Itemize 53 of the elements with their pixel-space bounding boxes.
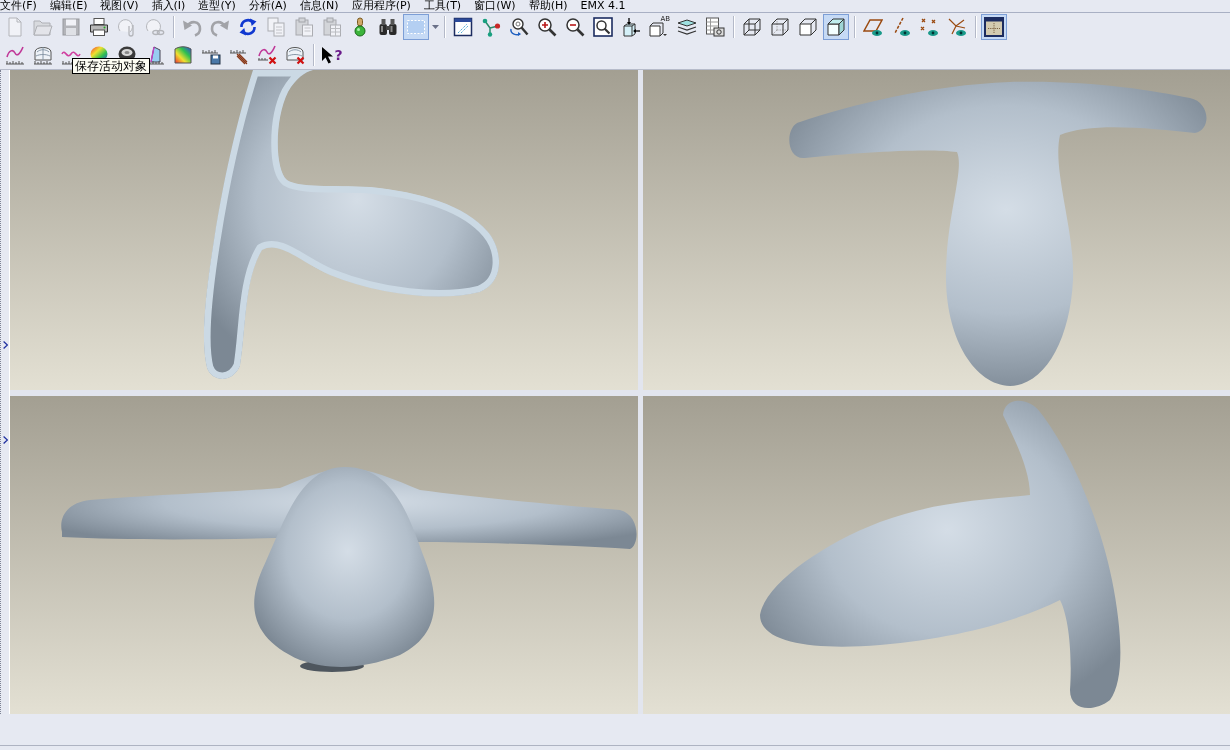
grid-view-button[interactable] — [981, 14, 1007, 40]
menu-item[interactable]: 视图(V) — [100, 0, 139, 12]
zoom-fit-button[interactable] — [590, 14, 616, 40]
copy-icon — [266, 17, 286, 37]
menu-item[interactable]: 应用程序(P) — [351, 0, 411, 12]
menu-item[interactable]: 造型(Y) — [198, 0, 236, 12]
outline-cube-icon — [798, 17, 818, 37]
surface-ruler-icon — [33, 45, 53, 65]
save-icon — [61, 17, 81, 37]
curve-delete-icon — [257, 45, 277, 65]
hidden-line-cube-icon — [770, 17, 790, 37]
new-file-icon — [5, 17, 25, 37]
zoom-in-icon — [537, 17, 557, 37]
caret-icon[interactable] — [432, 25, 439, 29]
refresh-icon — [238, 17, 258, 37]
menu-item[interactable]: 编辑(E) — [49, 0, 88, 12]
window-icon — [453, 17, 473, 37]
clipboard-icon — [294, 17, 314, 37]
rotate-zoom-icon — [509, 17, 529, 37]
wireframe-cube-icon — [742, 17, 762, 37]
surface-delete-icon — [285, 45, 305, 65]
clip-icon — [117, 17, 137, 37]
layers-icon — [677, 17, 697, 37]
crosshair-frame-icon — [984, 17, 1004, 37]
link-icon — [145, 17, 165, 37]
menu-item[interactable]: 文件(F) — [0, 0, 37, 12]
shaded-button[interactable] — [823, 14, 849, 40]
menu-item[interactable]: 插入(I) — [151, 0, 186, 12]
tooltip: 保存活动对象 — [72, 58, 150, 74]
sheet-camera-icon — [705, 17, 725, 37]
box-arrows-icon — [621, 17, 641, 37]
menu-item[interactable]: 帮助(H) — [528, 0, 568, 12]
zoom-fit-icon — [593, 17, 613, 37]
selection-box-icon — [406, 17, 426, 37]
curve-ruler-icon — [5, 45, 25, 65]
axes-eye-icon — [947, 17, 967, 37]
clipboard-grid-icon — [322, 17, 342, 37]
zoom-out-icon — [565, 17, 585, 37]
binoculars-icon — [378, 17, 398, 37]
help-button[interactable]: ? — [319, 42, 345, 68]
plane-eye-icon — [863, 17, 883, 37]
menu-item[interactable]: 信息(N) — [299, 0, 339, 12]
menu-item[interactable]: EMX 4.1 — [580, 0, 626, 12]
printer-icon — [89, 17, 109, 37]
menu-item[interactable]: 窗口(W) — [474, 0, 516, 12]
menu-item[interactable]: 分析(A) — [248, 0, 287, 12]
node-branch-icon — [481, 17, 501, 37]
points-eye-icon — [919, 17, 939, 37]
open-folder-icon — [33, 17, 53, 37]
menu-item[interactable]: 工具(T) — [423, 0, 462, 12]
shaded-cube-icon — [826, 17, 846, 37]
color-map-icon — [173, 45, 193, 65]
cursor-arrow-icon — [321, 46, 334, 64]
